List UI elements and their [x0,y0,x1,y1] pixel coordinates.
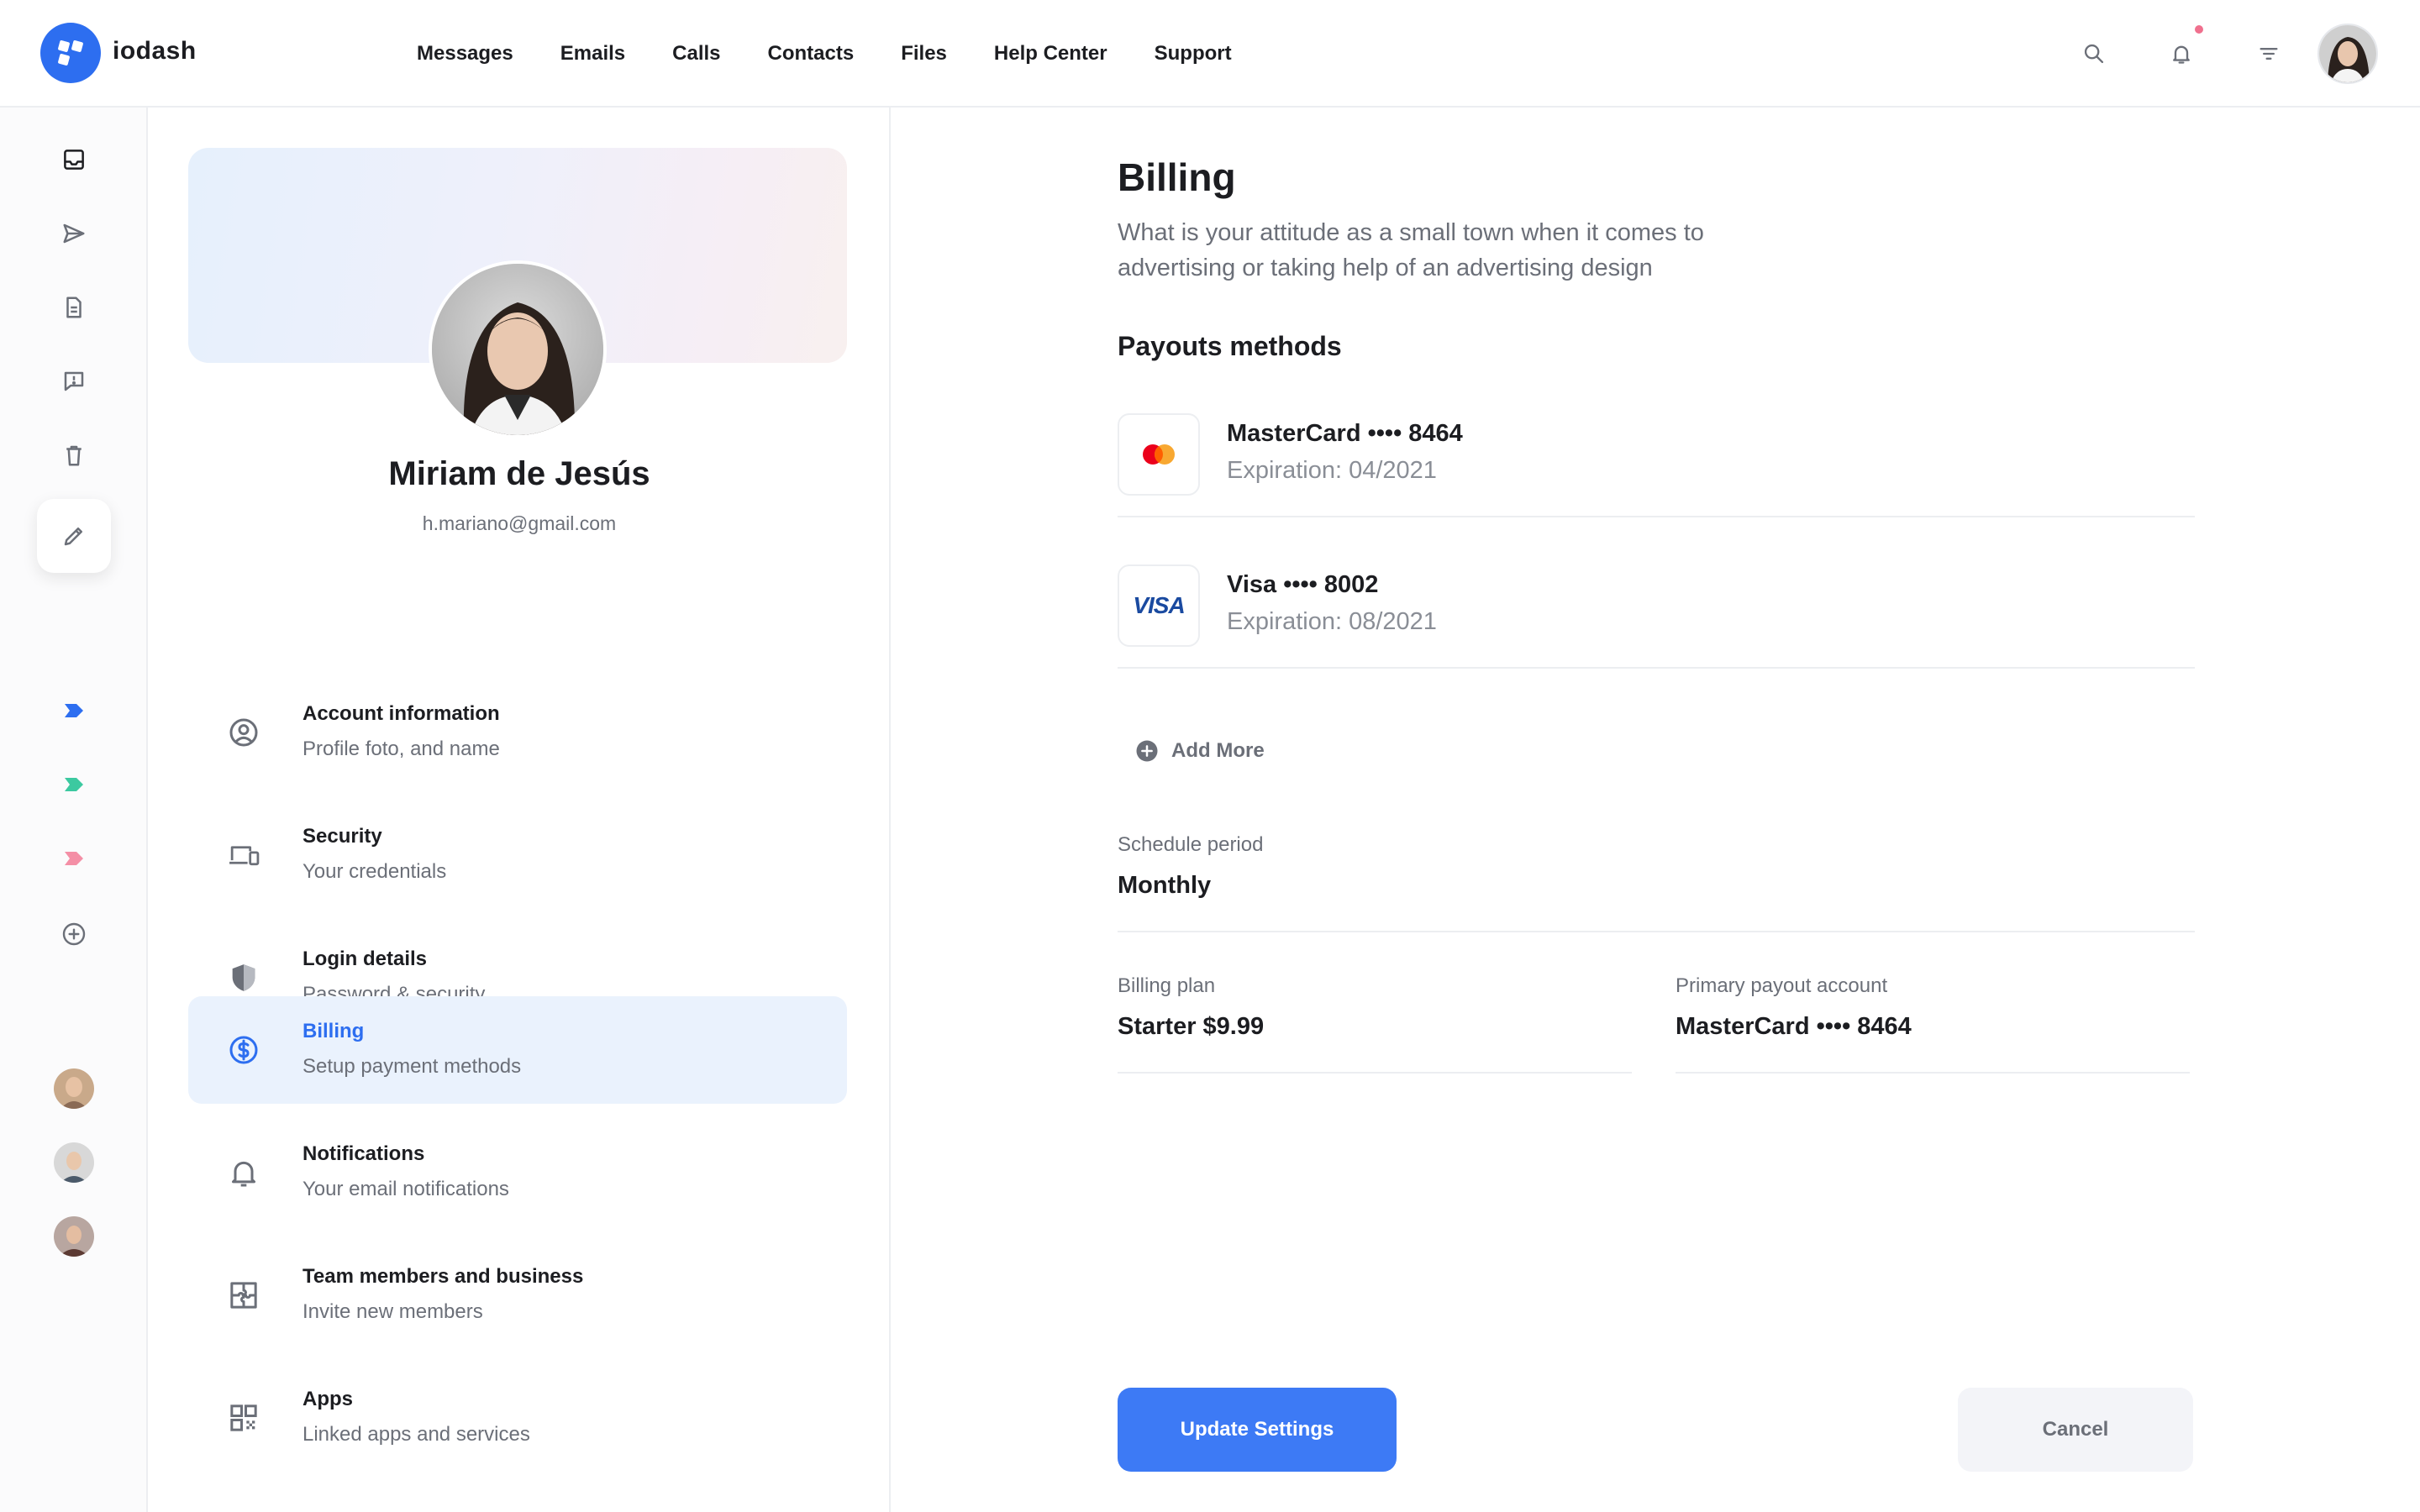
send-icon[interactable] [37,197,111,270]
menu-subtitle: Invite new members [302,1300,483,1323]
payouts-section-title: Payouts methods [1118,331,1342,361]
nav-support[interactable]: Support [1155,42,1232,66]
shield-icon [227,961,260,995]
tag-blue-icon[interactable] [60,701,87,721]
inbox-icon[interactable] [37,123,111,197]
billing-plan-label: Billing plan [1118,974,1216,997]
menu-title: Login details [302,948,428,970]
tag-pink-icon[interactable] [60,848,87,869]
mastercard-logo [1118,413,1200,496]
nav-calls[interactable]: Calls [672,42,720,66]
menu-account-information[interactable]: Account information Profile foto, and na… [188,679,847,786]
menu-apps[interactable]: Apps Linked apps and services [188,1364,847,1472]
trash-icon[interactable] [37,418,111,492]
contact-avatar[interactable] [54,1216,94,1257]
menu-title: Team members and business [302,1265,584,1288]
profile-avatar[interactable] [429,260,607,438]
payment-method-mastercard[interactable]: MasterCard •••• 8464 Expiration: 04/2021 [1118,413,2195,517]
user-circle-icon [227,716,260,749]
menu-title: Account information [302,702,500,725]
puzzle-icon [227,1278,260,1312]
logo-icon[interactable] [40,23,101,83]
menu-subtitle: Profile foto, and name [302,738,500,760]
contact-avatar[interactable] [54,1142,94,1183]
schedule-period-value[interactable]: Monthly [1118,872,1211,900]
billing-plan-value[interactable]: Starter $9.99 [1118,1013,1264,1041]
menu-title: Billing [302,1020,365,1042]
visa-logo: VISA [1118,564,1200,647]
page-description: What is your attitude as a small town wh… [1118,219,1704,281]
left-rail [0,108,148,1512]
menu-billing[interactable]: Billing Setup payment methods [188,996,847,1104]
nav-messages[interactable]: Messages [417,42,513,66]
tag-green-icon[interactable] [60,774,87,795]
visa-logo-text: VISA [1133,592,1185,618]
menu-title: Notifications [302,1142,425,1165]
nav-emails[interactable]: Emails [560,42,625,66]
bell-icon[interactable] [2165,37,2198,71]
add-circle-icon[interactable] [57,917,91,951]
nav-help-center[interactable]: Help Center [994,42,1107,66]
card-expiration: Expiration: 08/2021 [1227,608,1437,635]
divider [1676,1072,2190,1074]
feedback-icon[interactable] [37,344,111,418]
profile-name: Miriam de Jesús [388,455,650,492]
profile-panel: Miriam de Jesús h.mariano@gmail.com Acco… [148,108,891,1512]
menu-team-members[interactable]: Team members and business Invite new mem… [188,1242,847,1349]
page-title: Billing [1118,155,1236,199]
devices-icon [227,838,260,872]
top-bar: iodash Messages Emails Calls Contacts Fi… [0,0,2420,108]
primary-payout-label: Primary payout account [1676,974,1888,997]
payment-method-visa[interactable]: VISA Visa •••• 8002 Expiration: 08/2021 [1118,564,2195,669]
pencil-icon[interactable] [37,499,111,573]
document-icon[interactable] [37,270,111,344]
nav-contacts[interactable]: Contacts [768,42,855,66]
primary-payout-value[interactable]: MasterCard •••• 8464 [1676,1013,1912,1041]
notification-dot [2195,25,2203,34]
contact-avatar[interactable] [54,1068,94,1109]
profile-email: h.mariano@gmail.com [422,512,617,534]
menu-notifications[interactable]: Notifications Your email notifications [188,1119,847,1226]
card-name: Visa •••• 8002 [1227,571,1379,598]
menu-subtitle: Your email notifications [302,1178,509,1200]
filter-icon[interactable] [2252,37,2286,71]
card-name: MasterCard •••• 8464 [1227,420,1463,447]
schedule-period-label: Schedule period [1118,833,1264,856]
update-settings-button[interactable]: Update Settings [1118,1388,1397,1472]
dollar-circle-icon [227,1033,260,1067]
menu-title: Apps [302,1388,353,1410]
menu-subtitle: Setup payment methods [302,1055,522,1078]
nav-files[interactable]: Files [901,42,947,66]
menu-subtitle: Linked apps and services [302,1423,530,1446]
search-icon[interactable] [2077,37,2111,71]
divider [1118,1072,1632,1074]
menu-title: Security [302,825,382,848]
menu-security[interactable]: Security Your credentials [188,801,847,909]
add-more-button[interactable]: Add More [1134,736,1265,766]
card-expiration: Expiration: 04/2021 [1227,457,1437,484]
plus-circle-icon [1136,740,1158,762]
brand-name: iodash [113,37,197,65]
user-avatar[interactable] [2317,24,2378,84]
menu-subtitle: Your credentials [302,860,447,883]
bell-icon [227,1156,260,1189]
cancel-button[interactable]: Cancel [1958,1388,2193,1472]
divider [1118,931,2195,932]
apps-grid-icon [227,1401,260,1435]
main-nav: Messages Emails Calls Contacts Files Hel… [417,0,1279,108]
add-more-label: Add More [1171,739,1265,762]
